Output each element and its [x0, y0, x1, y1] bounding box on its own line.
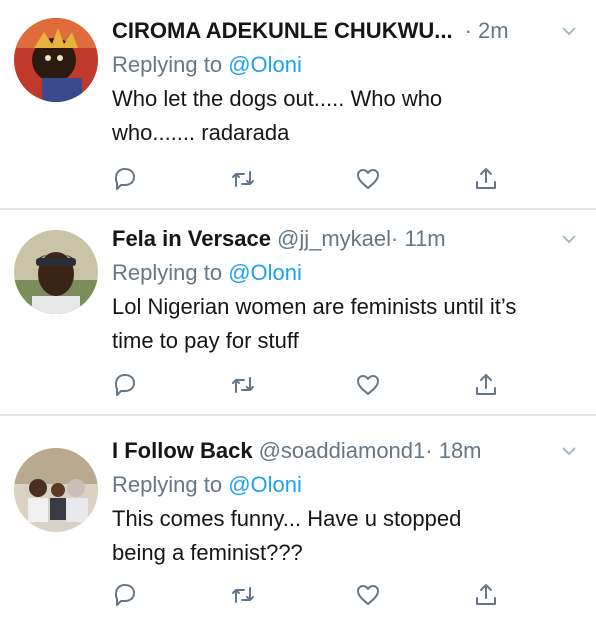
- avatar[interactable]: [14, 448, 98, 532]
- avatar[interactable]: [14, 230, 98, 314]
- like-button[interactable]: [353, 580, 383, 610]
- share-button[interactable]: [471, 370, 501, 400]
- username[interactable]: @soaddiamond1: [259, 434, 426, 468]
- tweet-text-line: who....... radarada: [112, 120, 290, 145]
- heart-icon: [357, 585, 379, 605]
- timestamp[interactable]: · 2m: [465, 14, 509, 48]
- share-icon: [476, 168, 496, 189]
- tweet-3[interactable]: I Follow Back @soaddiamond1 · 18m Replyi…: [0, 416, 596, 619]
- like-button[interactable]: [353, 370, 383, 400]
- reply-icon: [115, 168, 135, 190]
- replying-prefix: Replying to: [112, 472, 229, 497]
- retweet-button[interactable]: [228, 370, 258, 400]
- mention-link[interactable]: @Oloni: [228, 52, 302, 77]
- retweet-icon: [232, 171, 254, 187]
- retweet-button[interactable]: [228, 164, 258, 194]
- tweet-2[interactable]: Fela in Versace @jj_mykael · 11m Replyin…: [0, 210, 596, 414]
- reply-button[interactable]: [110, 580, 140, 610]
- replying-to: Replying to @Oloni: [112, 48, 582, 82]
- display-name[interactable]: Fela in Versace: [112, 222, 271, 256]
- tweet-content: Fela in Versace @jj_mykael · 11m Replyin…: [112, 222, 582, 358]
- chevron-down-icon[interactable]: [560, 442, 578, 460]
- heart-icon: [357, 169, 379, 189]
- share-icon: [476, 584, 496, 605]
- retweet-icon: [232, 377, 254, 393]
- display-name[interactable]: I Follow Back: [112, 434, 253, 468]
- tweet-actions: [110, 164, 510, 194]
- avatar[interactable]: [14, 18, 98, 102]
- replying-prefix: Replying to: [112, 52, 229, 77]
- like-button[interactable]: [353, 164, 383, 194]
- replying-prefix: Replying to: [112, 260, 229, 285]
- tweet-text: This comes funny... Have u stopped being…: [112, 502, 582, 570]
- tweet-text-line: time to pay for stuff: [112, 328, 299, 353]
- timestamp[interactable]: · 11m: [391, 222, 446, 256]
- heart-icon: [357, 375, 379, 395]
- tweet-content: I Follow Back @soaddiamond1 · 18m Replyi…: [112, 434, 582, 570]
- replying-to: Replying to @Oloni: [112, 468, 582, 502]
- tweet-actions: [110, 370, 510, 400]
- replying-to: Replying to @Oloni: [112, 256, 582, 290]
- mention-link[interactable]: @Oloni: [228, 260, 302, 285]
- reply-icon: [115, 374, 135, 396]
- reply-button[interactable]: [110, 164, 140, 194]
- tweet-text-line: Who let the dogs out..... Who who: [112, 86, 443, 111]
- share-button[interactable]: [471, 164, 501, 194]
- tweet-text-line: being a feminist???: [112, 540, 303, 565]
- reply-button[interactable]: [110, 370, 140, 400]
- tweet-header: Fela in Versace @jj_mykael · 11m: [112, 222, 582, 256]
- reply-icon: [115, 584, 135, 606]
- mention-link[interactable]: @Oloni: [228, 472, 302, 497]
- share-button[interactable]: [471, 580, 501, 610]
- tweet-actions: [110, 580, 510, 610]
- share-icon: [476, 374, 496, 395]
- tweet-text: Lol Nigerian women are feminists until i…: [112, 290, 582, 358]
- chevron-down-icon[interactable]: [560, 230, 578, 248]
- retweet-icon: [232, 587, 254, 603]
- timestamp[interactable]: · 18m: [425, 434, 481, 468]
- tweet-header: CIROMA ADEKUNLE CHUKWU... · 2m: [112, 14, 582, 48]
- tweet-text-line: This comes funny... Have u stopped: [112, 506, 462, 531]
- tweet-1[interactable]: CIROMA ADEKUNLE CHUKWU... · 2m Replying …: [0, 0, 596, 208]
- username[interactable]: @jj_mykael: [277, 222, 391, 256]
- tweet-text: Who let the dogs out..... Who who who...…: [112, 82, 582, 150]
- tweet-text-line: Lol Nigerian women are feminists until i…: [112, 294, 517, 319]
- tweet-content: CIROMA ADEKUNLE CHUKWU... · 2m Replying …: [112, 14, 582, 150]
- chevron-down-icon[interactable]: [560, 22, 578, 40]
- display-name[interactable]: CIROMA ADEKUNLE CHUKWU...: [112, 14, 453, 48]
- tweet-header: I Follow Back @soaddiamond1 · 18m: [112, 434, 582, 468]
- retweet-button[interactable]: [228, 580, 258, 610]
